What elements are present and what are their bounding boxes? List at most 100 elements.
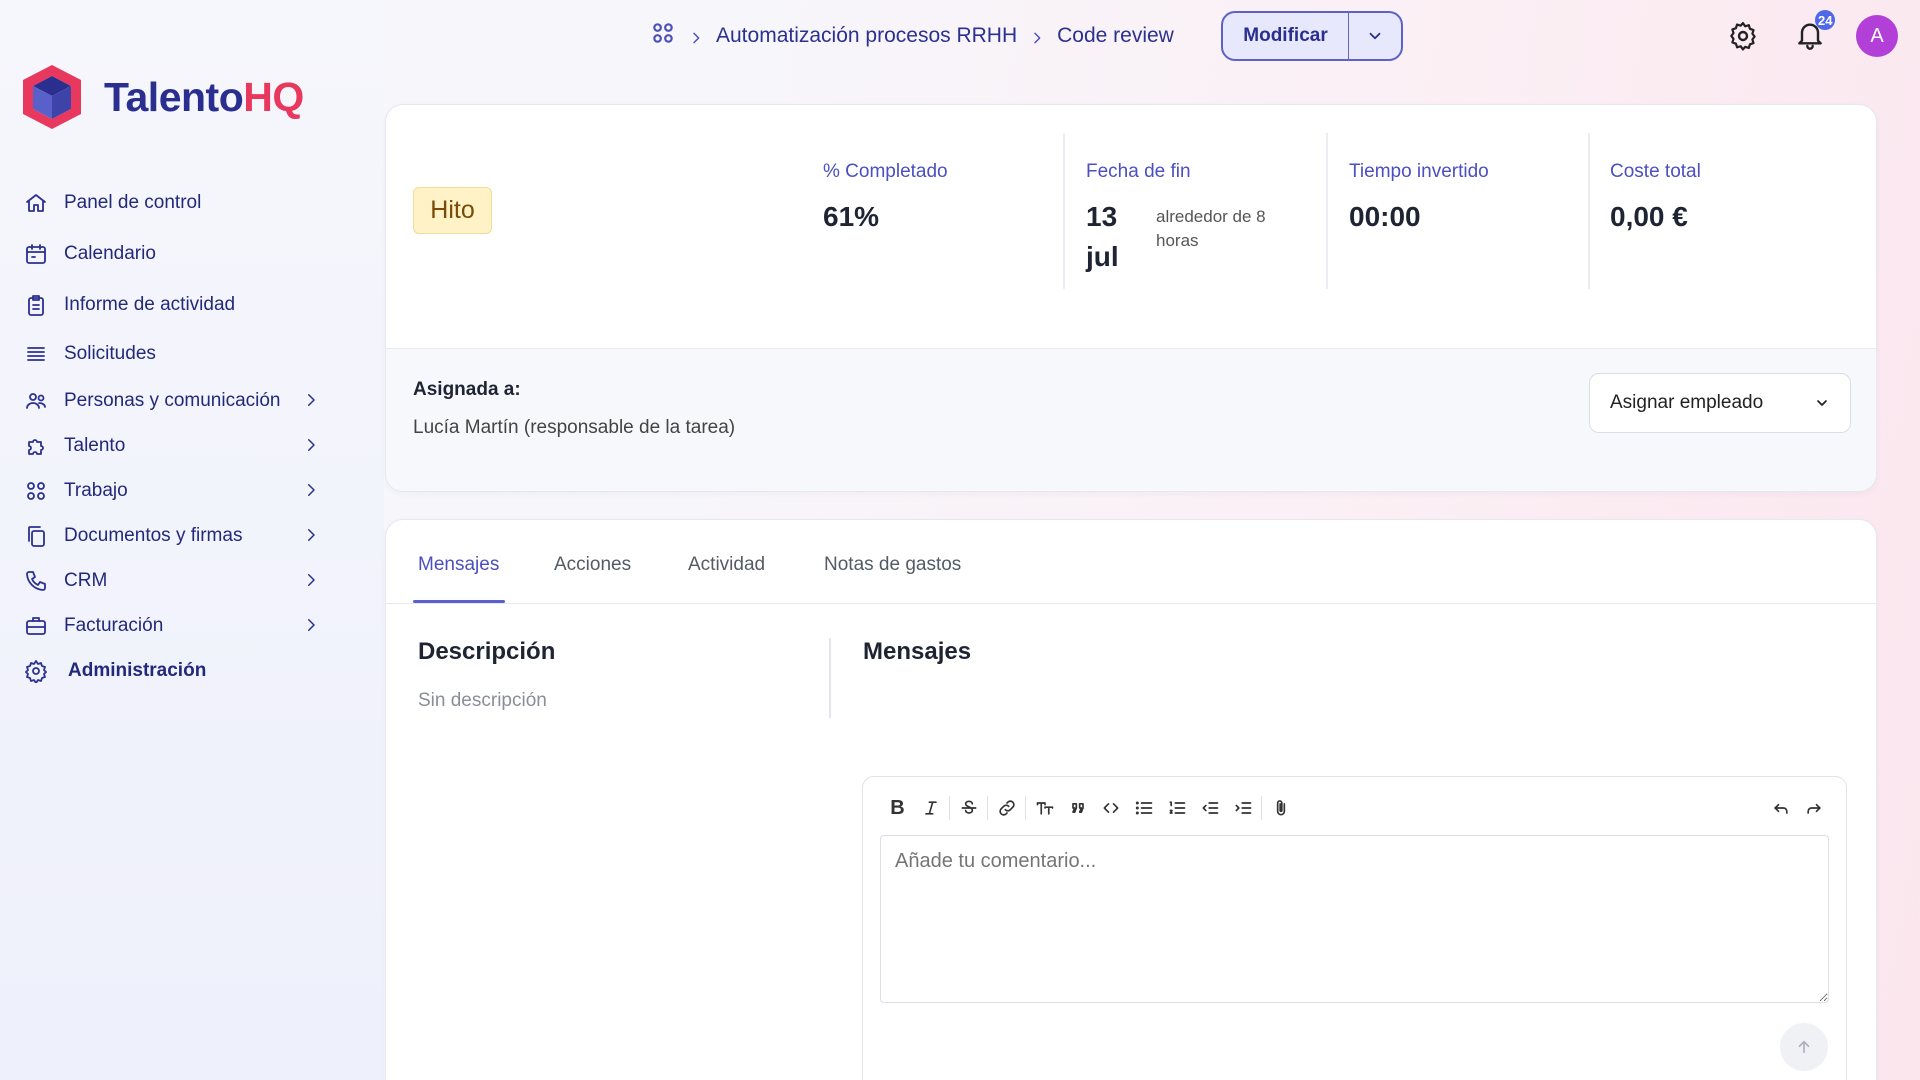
assigned-name: Lucía Martín (responsable de la tarea) (413, 417, 736, 438)
toolbar-divider (987, 796, 988, 820)
sidebar-item-label: Panel de control (64, 191, 202, 213)
chevron-down-icon (1369, 32, 1381, 40)
divider (1063, 133, 1065, 289)
messages-title: Mensajes (863, 638, 972, 665)
outdent-icon (1202, 802, 1218, 814)
end-date-day: 13 (1086, 201, 1118, 232)
stat-label: % Completado (823, 161, 948, 182)
link-button[interactable] (990, 793, 1023, 823)
logo[interactable]: TalentoHQ (20, 62, 304, 132)
home-icon (22, 189, 50, 217)
indent-button[interactable] (1226, 793, 1259, 823)
comment-editor: B (862, 776, 1847, 1080)
code-icon (1103, 803, 1118, 813)
outdent-button[interactable] (1193, 793, 1226, 823)
text-size-icon (1036, 802, 1053, 815)
assign-employee-select[interactable]: Asignar empleado (1589, 373, 1851, 433)
stat-time-spent: Tiempo invertido 00:00 (1349, 133, 1579, 289)
sidebar-item-solicitudes[interactable]: Solicitudes (22, 330, 322, 378)
send-comment-button[interactable] (1780, 1023, 1828, 1071)
toolbar-divider (1261, 796, 1262, 820)
sidebar-item-label: Documentos y firmas (64, 524, 243, 546)
breadcrumb-current: Code review (1057, 24, 1174, 47)
chevron-right-icon (302, 616, 322, 636)
tab-mensajes[interactable]: Mensajes (418, 554, 499, 576)
sidebar-item-calendario[interactable]: Calendario (22, 229, 322, 279)
gear-icon (22, 657, 50, 685)
strikethrough-icon (961, 800, 976, 814)
sidebar-item-facturacion[interactable]: Facturación (22, 603, 322, 648)
logo-text: TalentoHQ (104, 73, 304, 120)
paperclip-icon (1276, 800, 1285, 816)
chevron-right-icon (302, 481, 322, 501)
editor-toolbar: B (881, 791, 1297, 825)
bold-button[interactable]: B (881, 793, 914, 823)
heading-button[interactable] (1028, 793, 1061, 823)
undo-button[interactable] (1764, 793, 1797, 823)
end-date-value: 13 jul alrededor de 8 horas (1086, 197, 1316, 277)
chevron-right-icon (302, 391, 322, 411)
attach-button[interactable] (1264, 793, 1297, 823)
tab-notas-de-gastos[interactable]: Notas de gastos (824, 554, 961, 576)
sidebar-item-trabajo[interactable]: Trabajo (22, 468, 322, 513)
notifications-badge: 24 (1815, 10, 1836, 30)
breadcrumb-project[interactable]: Automatización procesos RRHH (716, 24, 1017, 48)
quote-button[interactable] (1061, 793, 1094, 823)
calendar-icon (22, 240, 50, 268)
briefcase-icon (22, 612, 50, 640)
sidebar: TalentoHQ Panel de control Calendario In… (0, 0, 384, 1080)
assign-employee-select-value: Asignar empleado (1610, 392, 1764, 413)
column-divider (829, 638, 831, 718)
sidebar-item-label: Solicitudes (64, 343, 156, 364)
logo-cube-icon (23, 65, 81, 129)
sidebar-item-label: Personas y comunicación (64, 389, 281, 411)
chevron-right-icon (302, 571, 322, 591)
report-icon (22, 291, 50, 319)
italic-button[interactable] (914, 793, 947, 823)
arrow-up-icon (1798, 1040, 1810, 1054)
quote-icon (1071, 803, 1084, 813)
settings-gear-icon[interactable] (1727, 20, 1759, 52)
toolbar-divider (949, 796, 950, 820)
redo-icon (1806, 803, 1821, 814)
sidebar-item-label: Informe de actividad (64, 293, 236, 315)
link-icon (998, 800, 1015, 816)
sidebar-item-documentos-y-firmas[interactable]: Documentos y firmas (22, 513, 322, 558)
divider (1326, 133, 1328, 289)
sidebar-nav: Panel de control Calendario Informe de a… (22, 176, 322, 693)
bullet-list-button[interactable] (1127, 793, 1160, 823)
stat-completed: % Completado 61% (823, 133, 1053, 289)
stat-value: 0,00 € (1610, 201, 1688, 232)
stat-end-date: Fecha de fin 13 jul alrededor de 8 horas (1086, 133, 1316, 289)
documents-icon (22, 522, 50, 550)
editor-history-tools (1764, 791, 1830, 825)
sidebar-item-label: Calendario (64, 243, 156, 264)
stat-label: Tiempo invertido (1349, 161, 1489, 182)
modify-dropdown-button[interactable] (1349, 13, 1401, 59)
avatar[interactable]: A (1856, 15, 1898, 57)
sidebar-item-personas-y-comunicacion[interactable]: Personas y comunicación (22, 378, 322, 423)
tab-acciones[interactable]: Acciones (554, 554, 631, 576)
apps-grid-icon[interactable] (650, 20, 676, 52)
italic-icon (924, 801, 937, 815)
redo-button[interactable] (1797, 793, 1830, 823)
tab-actividad[interactable]: Actividad (688, 554, 765, 576)
comment-input[interactable] (880, 835, 1829, 1003)
phone-icon (22, 567, 50, 595)
sidebar-item-administracion[interactable]: Administración (22, 648, 322, 693)
sidebar-item-crm[interactable]: CRM (22, 558, 322, 603)
description-title: Descripción (418, 638, 556, 665)
indent-icon (1235, 802, 1251, 814)
sidebar-item-panel-de-control[interactable]: Panel de control (22, 176, 322, 229)
stat-total-cost: Coste total 0,00 € (1610, 133, 1840, 289)
sidebar-item-talento[interactable]: Talento (22, 423, 322, 468)
strikethrough-button[interactable] (952, 793, 985, 823)
grid-icon (22, 477, 50, 505)
chevron-down-icon (1817, 400, 1827, 406)
sidebar-item-informe-de-actividad[interactable]: Informe de actividad (22, 279, 322, 330)
breadcrumb: Automatización procesos RRHH Code review (650, 18, 1174, 54)
numbered-list-button[interactable] (1160, 793, 1193, 823)
stat-value: 00:00 (1349, 201, 1421, 232)
code-button[interactable] (1094, 793, 1127, 823)
modify-button[interactable]: Modificar (1223, 13, 1349, 59)
